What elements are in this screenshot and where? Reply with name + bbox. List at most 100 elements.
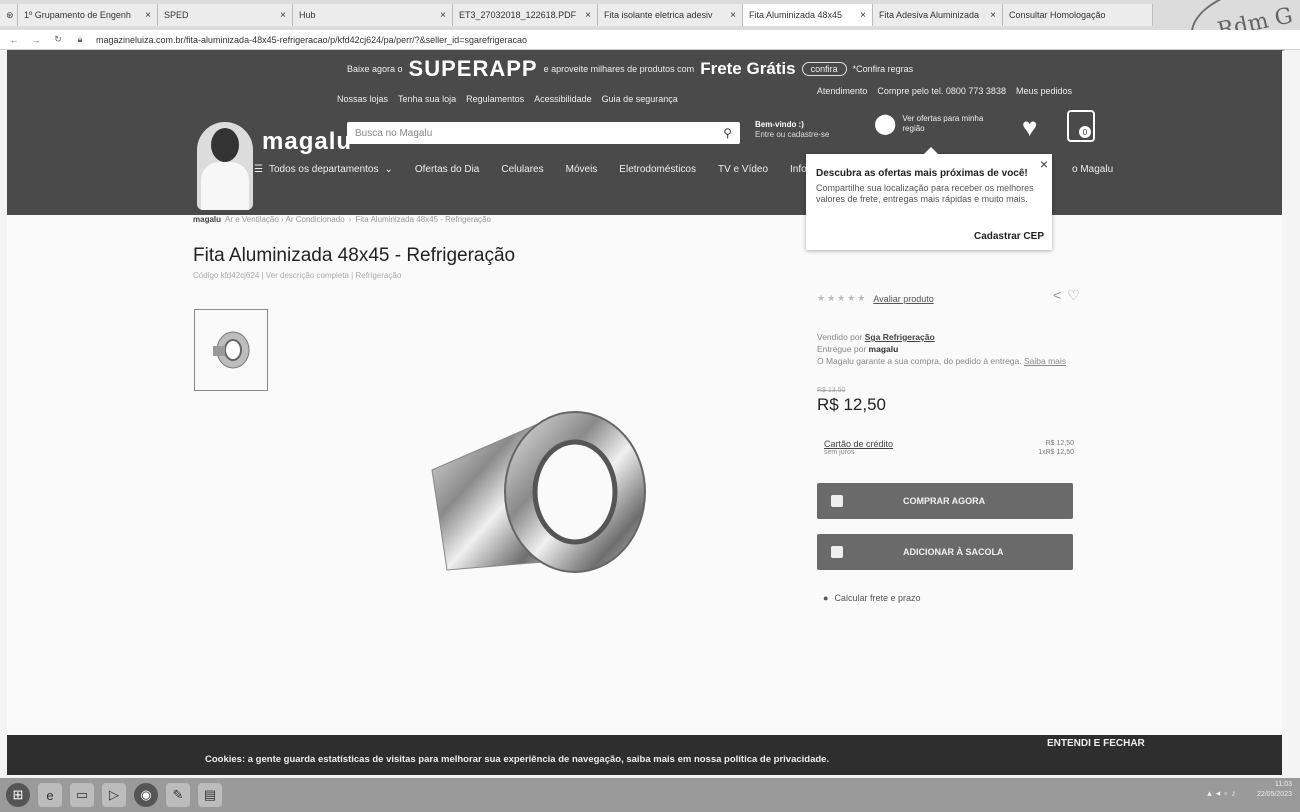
forward-icon[interactable]: →	[30, 35, 42, 45]
location-popup: × Descubra as ofertas mais próximas de v…	[806, 147, 1052, 250]
browser-menu-icon[interactable]: ⊛	[0, 4, 18, 26]
reload-icon[interactable]: ↻	[52, 34, 64, 45]
login-link[interactable]: Bem-vindo :) Entre ou cadastre-se	[755, 120, 829, 140]
magalu-logo[interactable]: magalu	[262, 128, 352, 156]
cart-icon	[831, 495, 843, 507]
seller-link[interactable]: Sga Refrigeração	[865, 332, 935, 342]
top-links-right: Atendimento Compre pelo tel. 0800 773 38…	[817, 86, 1072, 96]
menu-magalu[interactable]: o Magalu	[1072, 164, 1113, 175]
close-icon[interactable]: ×	[986, 10, 996, 21]
breadcrumb-current: Fita Aluminizada 48x45 - Refrigeração	[355, 215, 491, 224]
document-icon[interactable]: ▤	[198, 783, 222, 807]
register-cep-button[interactable]: Cadastrar CEP	[974, 231, 1044, 242]
menu-furniture[interactable]: Móveis	[566, 164, 598, 175]
promo-download-text: Baixe agora o	[347, 64, 403, 74]
link-accessibility[interactable]: Acessibilidade	[534, 94, 592, 104]
product-thumbnail[interactable]	[194, 309, 268, 391]
confira-button[interactable]: confira	[801, 62, 847, 76]
tab-label: Fita isolante eletrica adesiv	[604, 10, 713, 20]
bag-count: 0	[1079, 126, 1091, 138]
clock[interactable]: 11:03 22/05/2023	[1257, 780, 1292, 800]
breadcrumb-home[interactable]: magalu	[193, 215, 221, 224]
paint-icon[interactable]: ✎	[166, 783, 190, 807]
close-icon[interactable]: ×	[856, 10, 866, 21]
freight-label: Calcular frete e prazo	[834, 593, 921, 603]
file-explorer-icon[interactable]: ▭	[70, 783, 94, 807]
learn-more-link[interactable]: Saiba mais	[1024, 356, 1066, 366]
close-icon[interactable]: ×	[276, 10, 286, 21]
promo-banner[interactable]: Baixe agora o SUPERAPP e aproveite milha…	[347, 56, 913, 82]
search-input[interactable]: Busca no Magalu ⚲	[347, 122, 740, 144]
browser-tab[interactable]: Fita isolante eletrica adesiv ×	[598, 4, 743, 26]
menu-tv-video[interactable]: TV e Vídeo	[718, 164, 768, 175]
start-button-icon[interactable]: ⊞	[6, 783, 30, 807]
clock-time: 11:03	[1275, 781, 1292, 788]
payment-total: R$ 12,50	[1045, 440, 1074, 447]
link-my-orders[interactable]: Meus pedidos	[1016, 86, 1072, 96]
browser-tab[interactable]: 1º Grupamento de Engenh ×	[18, 4, 158, 26]
url-field[interactable]: magazineluiza.com.br/fita-aluminizada-48…	[96, 35, 527, 45]
browser-tab[interactable]: SPED ×	[158, 4, 293, 26]
all-departments-menu[interactable]: ☰ Todos os departamentos ⌄	[254, 164, 393, 175]
media-player-icon[interactable]: ▷	[102, 783, 126, 807]
promo-enjoy-text: e aproveite milhares de produtos com	[543, 64, 695, 74]
browser-tab-active[interactable]: Fita Aluminizada 48x45 ×	[743, 4, 873, 26]
accept-cookies-button[interactable]: ENTENDI E FECHAR	[1047, 738, 1145, 749]
search-icon[interactable]: ⚲	[723, 126, 732, 140]
link-support[interactable]: Atendimento	[817, 86, 868, 96]
browser-tab[interactable]: ET3_27032018_122618.PDF ×	[453, 4, 598, 26]
close-icon[interactable]: ×	[726, 10, 736, 21]
back-icon[interactable]: ←	[8, 35, 20, 45]
close-icon[interactable]: ×	[141, 10, 151, 21]
product-rating: ★★★★★ Avaliar produto	[817, 293, 934, 304]
link-buy-by-phone[interactable]: Compre pelo tel. 0800 773 3838	[877, 86, 1006, 96]
link-stores[interactable]: Nossas lojas	[337, 94, 388, 104]
location-button[interactable]: ⬤ Ver ofertas para minha região	[874, 114, 984, 134]
close-icon[interactable]: ×	[1040, 156, 1048, 172]
share-icon[interactable]: <	[1053, 287, 1061, 304]
rules-link[interactable]: *Confira regras	[853, 64, 914, 74]
payment-installment: 1xR$ 12,50	[1038, 449, 1074, 456]
promo-app-text: SUPERAPP	[408, 56, 538, 81]
link-security-guide[interactable]: Guia de segurança	[602, 94, 678, 104]
rate-product-link[interactable]: Avaliar produto	[873, 294, 933, 304]
location-text: Ver ofertas para minha região	[902, 114, 984, 133]
browser-tab[interactable]: Fita Adesiva Aluminizada ×	[873, 4, 1003, 26]
menu-deals[interactable]: Ofertas do Dia	[415, 164, 479, 175]
link-have-store[interactable]: Tenha sua loja	[398, 94, 456, 104]
lu-avatar	[197, 122, 253, 210]
browser-tab[interactable]: Hub ×	[293, 4, 453, 26]
buy-now-label: COMPRAR AGORA	[903, 496, 986, 506]
tab-label: Fita Aluminizada 48x45	[749, 10, 843, 20]
menu-info[interactable]: Info	[790, 164, 807, 175]
add-to-bag-button[interactable]: ADICIONAR À SACOLA	[817, 534, 1073, 570]
close-icon[interactable]: ×	[436, 10, 446, 21]
tab-label: ET3_27032018_122618.PDF	[459, 10, 577, 20]
bag-icon	[831, 546, 843, 558]
menu-appliances[interactable]: Eletrodomésticos	[619, 164, 696, 175]
system-tray-icons[interactable]: ▴◂▫♪	[1207, 788, 1240, 799]
close-icon[interactable]: ×	[581, 10, 591, 21]
site-header: Baixe agora o SUPERAPP e aproveite milha…	[7, 50, 1282, 215]
chrome-icon[interactable]: ◉	[134, 783, 158, 807]
browser-tab[interactable]: Consultar Homologação	[1003, 4, 1153, 26]
calculate-freight-link[interactable]: ● Calcular frete e prazo	[823, 593, 920, 603]
favorite-heart-icon[interactable]: ♡	[1067, 287, 1080, 304]
ie-icon[interactable]: e	[38, 783, 62, 807]
buy-now-button[interactable]: COMPRAR AGORA	[817, 483, 1073, 519]
menu-phones[interactable]: Celulares	[501, 164, 543, 175]
category-menu: ☰ Todos os departamentos ⌄ Ofertas do Di…	[254, 164, 807, 175]
address-bar: ← → ↻ 🔒︎ magazineluiza.com.br/fita-alumi…	[0, 30, 1300, 50]
promo-free-shipping: Frete Grátis	[700, 59, 796, 78]
departments-label: Todos os departamentos	[268, 164, 379, 175]
tape-thumbnail-image	[213, 331, 250, 369]
breadcrumb-mid[interactable]: Ar e Ventilação › Ar Condicionado	[225, 215, 345, 224]
tab-label: Consultar Homologação	[1009, 10, 1106, 20]
rating-stars[interactable]: ★★★★★	[817, 293, 867, 304]
shopping-bag-icon[interactable]: 0	[1067, 110, 1095, 142]
wishlist-heart-icon[interactable]: ♥	[1022, 112, 1037, 143]
link-regulations[interactable]: Regulamentos	[466, 94, 524, 104]
credit-card-link[interactable]: Cartão de crédito	[824, 439, 1074, 449]
signin-text: Entre ou cadastre-se	[755, 130, 830, 139]
breadcrumb: magalu Ar e Ventilação › Ar Condicionado…	[193, 215, 491, 224]
